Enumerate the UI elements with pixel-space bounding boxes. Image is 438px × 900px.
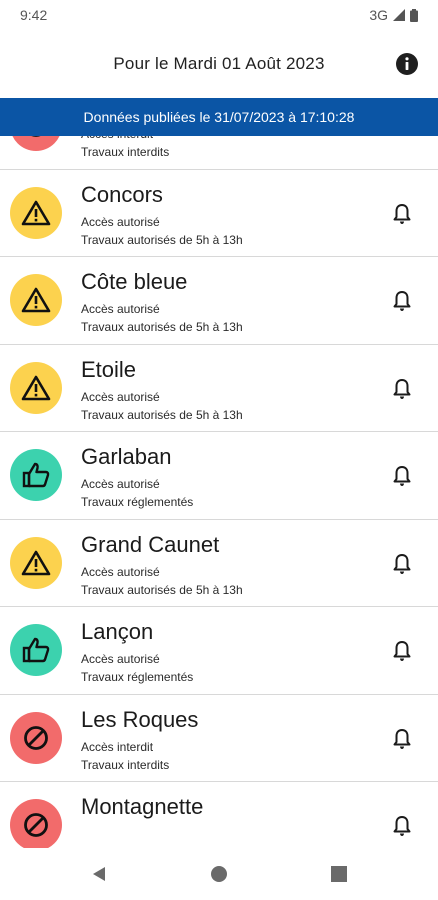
bell-icon[interactable] bbox=[390, 136, 414, 138]
access-status: Accès autorisé bbox=[81, 564, 160, 579]
network-type: 3G bbox=[369, 7, 388, 23]
publication-banner: Données publiées le 31/07/2023 à 17:10:2… bbox=[0, 98, 438, 136]
massif-name: Côte bleue bbox=[81, 269, 188, 294]
access-status: Accès autorisé bbox=[81, 477, 160, 491]
home-button[interactable] bbox=[159, 848, 279, 900]
massif-name: Etoile bbox=[81, 356, 137, 382]
warning-icon bbox=[10, 536, 62, 589]
list-item[interactable]: Grand Caunet Accès autorisé Travaux autori… bbox=[0, 520, 438, 607]
works-status: Travaux réglementés bbox=[81, 495, 194, 509]
massif-name: Montagnette bbox=[81, 794, 204, 819]
list-item[interactable]: Concors Accès autorisé Travaux autorisés d… bbox=[0, 170, 438, 257]
works-status: Travaux autorisés de 5h à 13h bbox=[81, 232, 243, 247]
recents-button[interactable] bbox=[279, 848, 399, 900]
bell-icon[interactable] bbox=[390, 727, 414, 751]
thumbs-up-icon bbox=[10, 624, 62, 676]
list-item[interactable]: Les Roques Accès interdit Travaux interdit… bbox=[0, 695, 438, 782]
signal-icon bbox=[393, 9, 405, 21]
status-indicators: 3G bbox=[369, 7, 418, 23]
app-header: Pour le Mardi 01 Août 2023 bbox=[0, 30, 438, 98]
recents-icon bbox=[331, 866, 347, 882]
list-item[interactable]: Lançon Accès autorisé Travaux réglementés bbox=[0, 607, 438, 695]
warning-icon bbox=[10, 186, 62, 239]
access-status: Accès interdit bbox=[81, 136, 153, 141]
bell-icon[interactable] bbox=[390, 464, 414, 488]
list-item[interactable]: Etoile Accès autorisé Travaux autorisés de… bbox=[0, 345, 438, 432]
bell-icon[interactable] bbox=[390, 814, 414, 838]
massif-name: Garlaban bbox=[81, 444, 172, 469]
massif-list[interactable]: Accès interdit Travaux interdits Concors Ac… bbox=[0, 136, 438, 848]
warning-icon bbox=[10, 274, 62, 326]
navigation-bar bbox=[0, 848, 438, 900]
forbidden-icon bbox=[10, 711, 62, 764]
access-status: Accès autorisé bbox=[81, 389, 160, 404]
forbidden-icon bbox=[10, 799, 62, 848]
access-status: Accès interdit bbox=[81, 739, 154, 754]
list-item[interactable]: Accès interdit Travaux interdits bbox=[0, 136, 438, 170]
massif-name: Les Roques bbox=[81, 706, 199, 732]
list-item[interactable]: Garlaban Accès autorisé Travaux réglementé… bbox=[0, 432, 438, 520]
back-button[interactable] bbox=[39, 848, 159, 900]
massif-name: Concors bbox=[81, 181, 163, 207]
battery-icon bbox=[410, 8, 418, 22]
access-status: Accès autorisé bbox=[81, 652, 160, 666]
works-status: Travaux autorisés de 5h à 13h bbox=[81, 407, 243, 422]
home-icon bbox=[211, 866, 227, 882]
massif-name: Lançon bbox=[81, 619, 154, 644]
thumbs-up-icon bbox=[10, 449, 62, 501]
forbidden-icon bbox=[10, 136, 62, 151]
massif-name: Grand Caunet bbox=[81, 531, 220, 557]
back-icon bbox=[93, 867, 105, 881]
access-status: Accès autorisé bbox=[81, 214, 160, 229]
bell-icon[interactable] bbox=[390, 377, 414, 401]
access-status: Accès autorisé bbox=[81, 302, 160, 316]
publication-date: Données publiées le 31/07/2023 à 17:10:2… bbox=[83, 109, 355, 125]
warning-icon bbox=[10, 361, 62, 414]
massif-list-content: Accès interdit Travaux interdits Concors Ac… bbox=[0, 136, 438, 848]
info-icon[interactable] bbox=[395, 52, 419, 76]
bell-icon[interactable] bbox=[390, 202, 414, 226]
page-title: Pour le Mardi 01 Août 2023 bbox=[113, 54, 325, 73]
works-status: Travaux réglementés bbox=[81, 670, 194, 684]
list-item[interactable]: Côte bleue Accès autorisé Travaux autorisé… bbox=[0, 257, 438, 345]
bell-icon[interactable] bbox=[390, 289, 414, 313]
works-status: Travaux interdits bbox=[81, 757, 170, 772]
works-status: Travaux autorisés de 5h à 13h bbox=[81, 320, 243, 334]
status-time: 9:42 bbox=[20, 7, 48, 23]
list-item[interactable]: Montagnette bbox=[0, 782, 438, 848]
works-status: Travaux interdits bbox=[81, 145, 170, 159]
bell-icon[interactable] bbox=[390, 552, 414, 576]
works-status: Travaux autorisés de 5h à 13h bbox=[81, 582, 243, 597]
status-bar: 9:42 3G bbox=[0, 0, 438, 30]
bell-icon[interactable] bbox=[390, 639, 414, 663]
